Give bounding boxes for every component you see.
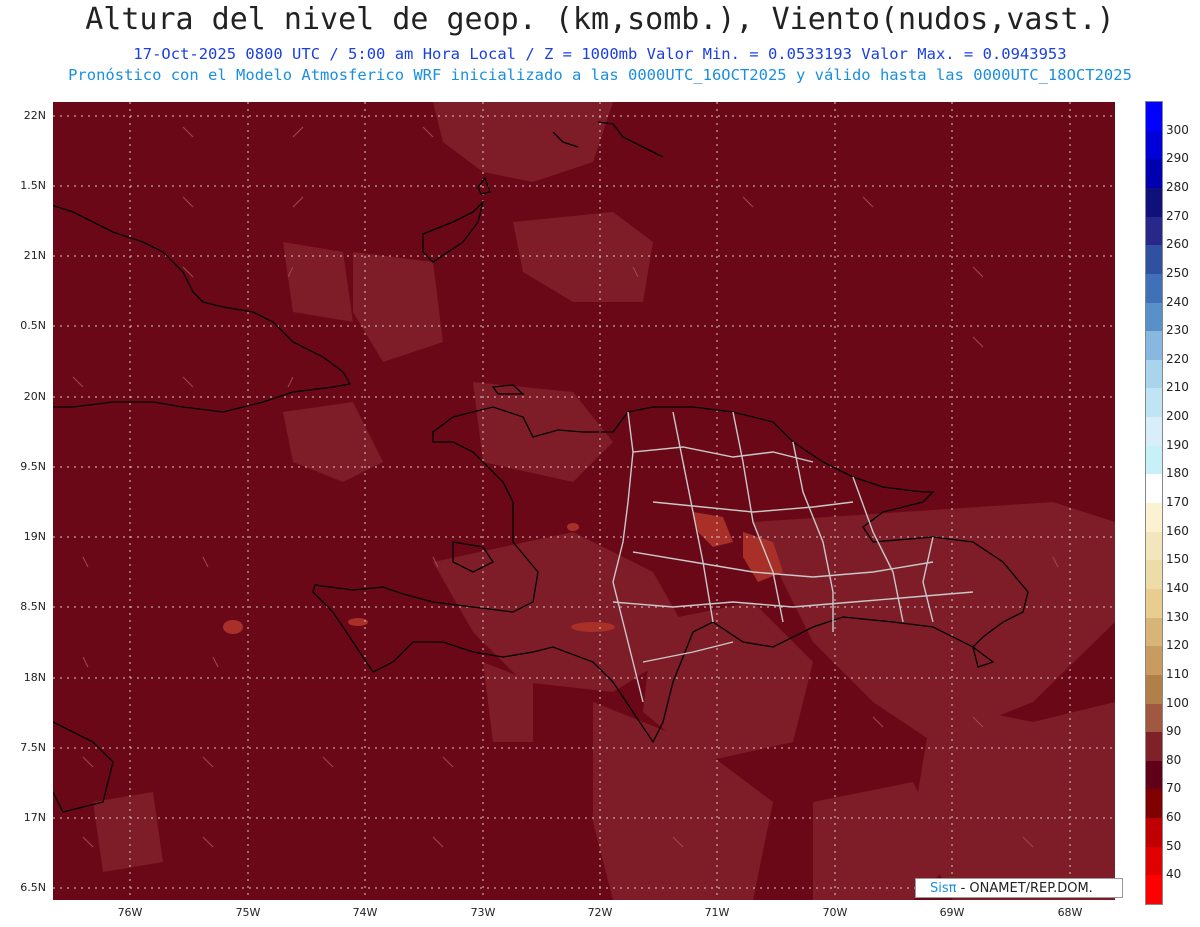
colorbar-segment [1146,187,1162,218]
lon-label: 76W [117,906,143,919]
colorbar-segment [1146,445,1162,475]
colorbar-label: 180 [1166,466,1189,481]
colorbar-segment [1146,818,1162,848]
colorbar-segment [1146,703,1162,733]
colorbar-label: 130 [1166,609,1189,624]
colorbar-segment [1146,245,1162,275]
colorbar-segment [1146,273,1162,303]
colorbar-segment [1146,732,1162,762]
lat-label: 1.5N [20,179,46,192]
colorbar-segment [1146,875,1162,905]
colorbar [1145,101,1163,905]
colorbar-label: 190 [1166,437,1189,452]
colorbar-segment [1146,102,1162,132]
lon-label: 68W [1057,906,1083,919]
colorbar-segment [1146,617,1162,647]
colorbar-segment [1146,560,1162,590]
colorbar-segment [1146,846,1162,876]
lat-label: 8.5N [20,600,46,613]
lat-label: 9.5N [20,460,46,473]
forecast-map [53,102,1115,900]
colorbar-label: 150 [1166,552,1189,567]
lat-label: 22N [23,109,46,122]
lat-label: 20N [23,390,46,403]
colorbar-segment [1146,216,1162,246]
colorbar-label: 120 [1166,638,1189,653]
lon-label: 73W [470,906,496,919]
colorbar-segment [1146,388,1162,418]
colorbar-label: 280 [1166,179,1189,194]
colorbar-label: 80 [1166,752,1182,767]
credit-box: Sisπ - ONAMET/REP.DOM. [915,878,1123,898]
lon-label: 71W [704,906,730,919]
colorbar-segment [1146,331,1162,361]
map-subtitle-valid-time: 17-Oct-2025 0800 UTC / 5:00 am Hora Loca… [133,45,1067,63]
colorbar-segment [1146,588,1162,619]
map-title: Altura del nivel de geop. (km,somb.), Vi… [85,2,1115,37]
colorbar-label: 50 [1166,838,1182,853]
colorbar-segment [1146,359,1162,389]
colorbar-label: 160 [1166,523,1189,538]
colorbar-segment [1146,531,1162,561]
colorbar-segment [1146,417,1162,447]
lon-label: 72W [587,906,613,919]
colorbar-segment [1146,760,1162,790]
colorbar-segment [1146,646,1162,676]
colorbar-label: 70 [1166,781,1182,796]
colorbar-label: 240 [1166,294,1189,309]
colorbar-label: 210 [1166,380,1189,395]
lat-label: 7.5N [20,741,46,754]
lat-label: 18N [23,671,46,684]
colorbar-label: 170 [1166,495,1189,509]
colorbar-label: 110 [1166,666,1189,681]
lat-label: 0.5N [20,319,46,332]
colorbar-label: 200 [1166,409,1189,424]
colorbar-label: 230 [1166,323,1189,338]
colorbar-label: 300 [1166,122,1189,137]
lat-label: 21N [23,249,46,262]
colorbar-label: 250 [1166,265,1189,280]
colorbar-segment [1146,302,1162,332]
lon-label: 69W [939,906,965,919]
lon-label: 70W [822,906,848,919]
colorbar-segment [1146,159,1162,189]
lon-label: 75W [235,906,261,919]
colorbar-label: 40 [1166,867,1182,882]
credit-text: - ONAMET/REP.DOM. [956,881,1093,896]
colorbar-label: 270 [1166,208,1189,223]
colorbar-label: 140 [1166,580,1189,595]
credit-brand: Sisπ [930,881,957,896]
lat-label: 19N [23,530,46,543]
lat-label: 17N [23,811,46,824]
colorbar-label: 90 [1166,724,1182,739]
colorbar-label: 100 [1166,695,1189,710]
colorbar-label: 260 [1166,237,1189,252]
colorbar-label: 220 [1166,351,1189,366]
colorbar-label: 60 [1166,810,1182,825]
colorbar-segment [1146,674,1162,704]
colorbar-segment [1146,130,1162,160]
lat-label: 6.5N [20,881,46,894]
lon-label: 74W [352,906,378,919]
colorbar-segment [1146,789,1162,819]
colorbar-segment [1146,474,1162,504]
colorbar-segment [1146,503,1162,533]
map-subtitle-model-info: Pronóstico con el Modelo Atmosferico WRF… [68,66,1132,84]
colorbar-label: 290 [1166,151,1189,166]
